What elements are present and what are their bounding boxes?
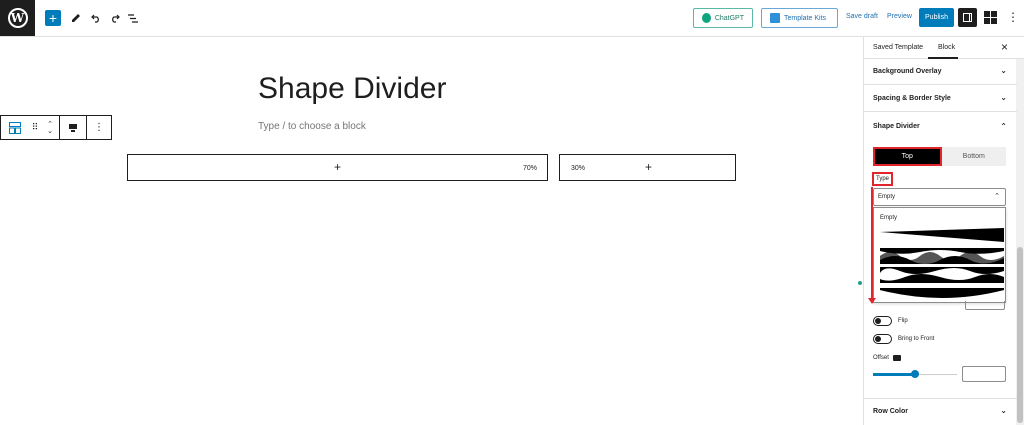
settings-sidebar: Saved Template Block × Background Overla… <box>863 37 1024 425</box>
sidebar-scrollbar[interactable] <box>1016 59 1024 425</box>
block-options-icon[interactable]: ⋮ <box>87 116 111 139</box>
chatgpt-button[interactable]: ChatGPT <box>693 8 753 28</box>
bring-to-front-label: Bring to Front <box>898 336 935 342</box>
column-width-label: 30% <box>571 165 586 172</box>
option-waves-layered-shape[interactable] <box>880 248 1004 264</box>
undo-icon[interactable] <box>90 9 102 27</box>
chevron-up-icon: ⌃ <box>994 193 1000 200</box>
bring-to-front-toggle-row[interactable]: Bring to Front <box>873 334 934 344</box>
offset-label-row: Offset <box>873 355 901 361</box>
type-select[interactable]: Empty ⌃ <box>873 188 1006 206</box>
block-type-icon[interactable] <box>1 116 29 139</box>
slider-fill <box>873 373 915 376</box>
section-shape-divider[interactable]: Shape Divider ⌃ <box>864 113 1017 139</box>
save-draft-button[interactable]: Save draft <box>846 13 878 20</box>
section-spacing-border[interactable]: Spacing & Border Style ⌄ <box>864 86 1017 112</box>
tab-block[interactable]: Block <box>938 44 955 51</box>
column-30[interactable]: 30% + <box>559 154 736 181</box>
template-kits-label: Template Kits <box>784 14 827 22</box>
publish-button[interactable]: Publish <box>919 8 954 27</box>
settings-panel-icon[interactable] <box>958 8 977 27</box>
annotation-arrow <box>868 187 876 304</box>
option-tilt-shape[interactable] <box>880 228 1004 242</box>
template-kits-icon <box>770 13 780 23</box>
block-toolbar: ⠿ ⌃ ⌄ ⋮ <box>0 115 112 140</box>
chevron-down-icon: ⌄ <box>1000 66 1007 75</box>
column-width-label: 70% <box>523 165 538 172</box>
option-empty[interactable]: Empty <box>880 215 897 221</box>
sidebar-tabs: Saved Template Block × <box>864 37 1024 59</box>
template-kits-button[interactable]: Template Kits <box>761 8 838 28</box>
desktop-device-icon[interactable] <box>892 355 901 361</box>
section-title: Spacing & Border Style <box>873 95 951 102</box>
section-title: Shape Divider <box>873 122 920 130</box>
flip-toggle-row[interactable]: Flip <box>873 316 908 326</box>
close-icon[interactable]: × <box>1001 40 1008 54</box>
wordpress-logo-mark: W <box>7 8 28 28</box>
editor-top-bar: W + ChatGPT Template Kits Save draft Pre… <box>0 0 1024 37</box>
block-placeholder[interactable]: Type / to choose a block <box>258 121 366 132</box>
move-up-down-icon[interactable]: ⌃ ⌄ <box>41 116 59 139</box>
chevron-down-icon: ⌄ <box>1000 406 1007 415</box>
chatgpt-icon <box>702 13 711 23</box>
type-dropdown: Empty <box>873 207 1006 303</box>
option-curve-shape[interactable] <box>880 288 1004 300</box>
section-title: Row Color <box>873 408 908 415</box>
wordpress-logo[interactable]: W <box>0 0 35 36</box>
bring-to-front-toggle[interactable] <box>873 334 892 344</box>
section-background-overlay[interactable]: Background Overlay ⌄ <box>864 59 1017 85</box>
chevron-down-icon: ⌄ <box>1000 93 1007 102</box>
top-position-button[interactable]: Top <box>873 147 942 166</box>
offset-label: Offset <box>873 355 889 361</box>
drag-handle-icon[interactable]: ⠿ <box>29 116 41 139</box>
bottom-position-button[interactable]: Bottom <box>941 147 1006 166</box>
editor-canvas: ⠿ ⌃ ⌄ ⋮ Shape Divider Type / to choose a … <box>0 37 863 425</box>
partially-hidden-input[interactable] <box>965 301 1005 310</box>
status-dot <box>858 281 862 285</box>
flip-toggle[interactable] <box>873 316 892 326</box>
chevron-up-icon: ⌃ <box>1000 122 1007 131</box>
column-70[interactable]: + 70% <box>127 154 548 181</box>
more-options-icon[interactable]: ⋮ <box>1007 10 1019 24</box>
list-view-icon[interactable] <box>127 9 139 27</box>
redo-icon[interactable] <box>109 9 121 27</box>
flip-label: Flip <box>898 318 908 324</box>
add-block-in-column-icon[interactable]: + <box>645 160 652 174</box>
edit-pen-icon[interactable] <box>70 9 82 27</box>
type-select-value: Empty <box>878 194 896 200</box>
align-icon[interactable] <box>60 116 86 139</box>
tab-saved-template[interactable]: Saved Template <box>873 44 923 51</box>
section-row-color[interactable]: Row Color ⌄ <box>864 398 1017 424</box>
offset-slider[interactable] <box>873 370 957 378</box>
option-waves-double-shape[interactable] <box>880 267 1004 283</box>
offset-number-input[interactable] <box>962 366 1006 382</box>
section-title: Background Overlay <box>873 68 942 75</box>
page-title[interactable]: Shape Divider <box>258 72 446 106</box>
elementor-icon[interactable] <box>981 8 1000 27</box>
position-toggle: Top Bottom <box>873 147 1006 166</box>
preview-button[interactable]: Preview <box>887 13 912 20</box>
type-label: Type <box>872 172 894 186</box>
slider-thumb[interactable] <box>911 370 919 378</box>
chatgpt-label: ChatGPT <box>714 14 744 22</box>
add-block-icon[interactable]: + <box>45 10 61 26</box>
add-block-in-column-icon[interactable]: + <box>334 160 341 174</box>
